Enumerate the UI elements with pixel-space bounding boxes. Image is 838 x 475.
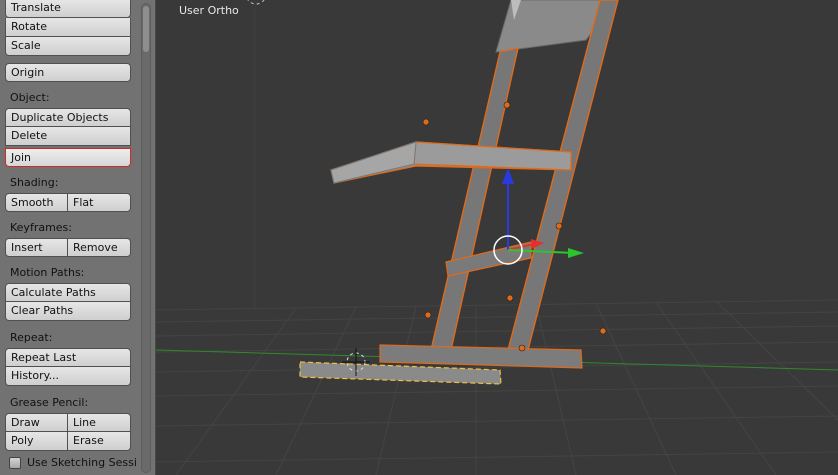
history-button[interactable]: History...: [5, 367, 131, 386]
chair-back-legs: [430, 0, 619, 351]
use-sketching-session-label: Use Sketching Sessio: [27, 456, 137, 469]
tool-shelf-scrollbar[interactable]: [141, 3, 151, 473]
tool-shelf: Translate Rotate Scale Origin Object: Du…: [0, 0, 156, 475]
clear-paths-button[interactable]: Clear Paths: [5, 302, 131, 321]
chair-base-left: [299, 361, 502, 385]
3d-viewport[interactable]: User Ortho: [156, 0, 838, 475]
erase-button[interactable]: Erase: [68, 432, 131, 451]
draw-button[interactable]: Draw: [5, 413, 68, 432]
poly-button[interactable]: Poly: [5, 432, 68, 451]
origin-button[interactable]: Origin: [5, 63, 131, 82]
translate-button[interactable]: Translate: [5, 0, 131, 18]
use-sketching-session-checkbox[interactable]: [9, 457, 21, 469]
rotate-button[interactable]: Rotate: [5, 18, 131, 37]
scrollbar-thumb[interactable]: [143, 6, 149, 52]
view-name-label: User Ortho: [179, 4, 239, 17]
scale-button[interactable]: Scale: [5, 37, 131, 56]
line-button[interactable]: Line: [68, 413, 131, 432]
insert-keyframe-button[interactable]: Insert: [5, 238, 68, 257]
object-heading: Object:: [10, 91, 50, 104]
remove-keyframe-button[interactable]: Remove: [68, 238, 131, 257]
keyframes-heading: Keyframes:: [10, 221, 72, 234]
shading-heading: Shading:: [10, 176, 59, 189]
join-button[interactable]: Join: [5, 148, 131, 167]
viewport-canvas[interactable]: [156, 0, 838, 475]
repeat-heading: Repeat:: [10, 331, 53, 344]
repeat-last-button[interactable]: Repeat Last: [5, 348, 131, 367]
motion-paths-heading: Motion Paths:: [10, 266, 85, 279]
grease-pencil-heading: Grease Pencil:: [10, 396, 89, 409]
floor-grid: [156, 299, 838, 475]
smooth-button[interactable]: Smooth: [5, 193, 68, 212]
calculate-paths-button[interactable]: Calculate Paths: [5, 283, 131, 302]
duplicate-objects-button[interactable]: Duplicate Objects: [5, 108, 131, 127]
delete-button[interactable]: Delete: [5, 127, 131, 146]
flat-button[interactable]: Flat: [68, 193, 131, 212]
chair-base-right: [379, 344, 583, 369]
